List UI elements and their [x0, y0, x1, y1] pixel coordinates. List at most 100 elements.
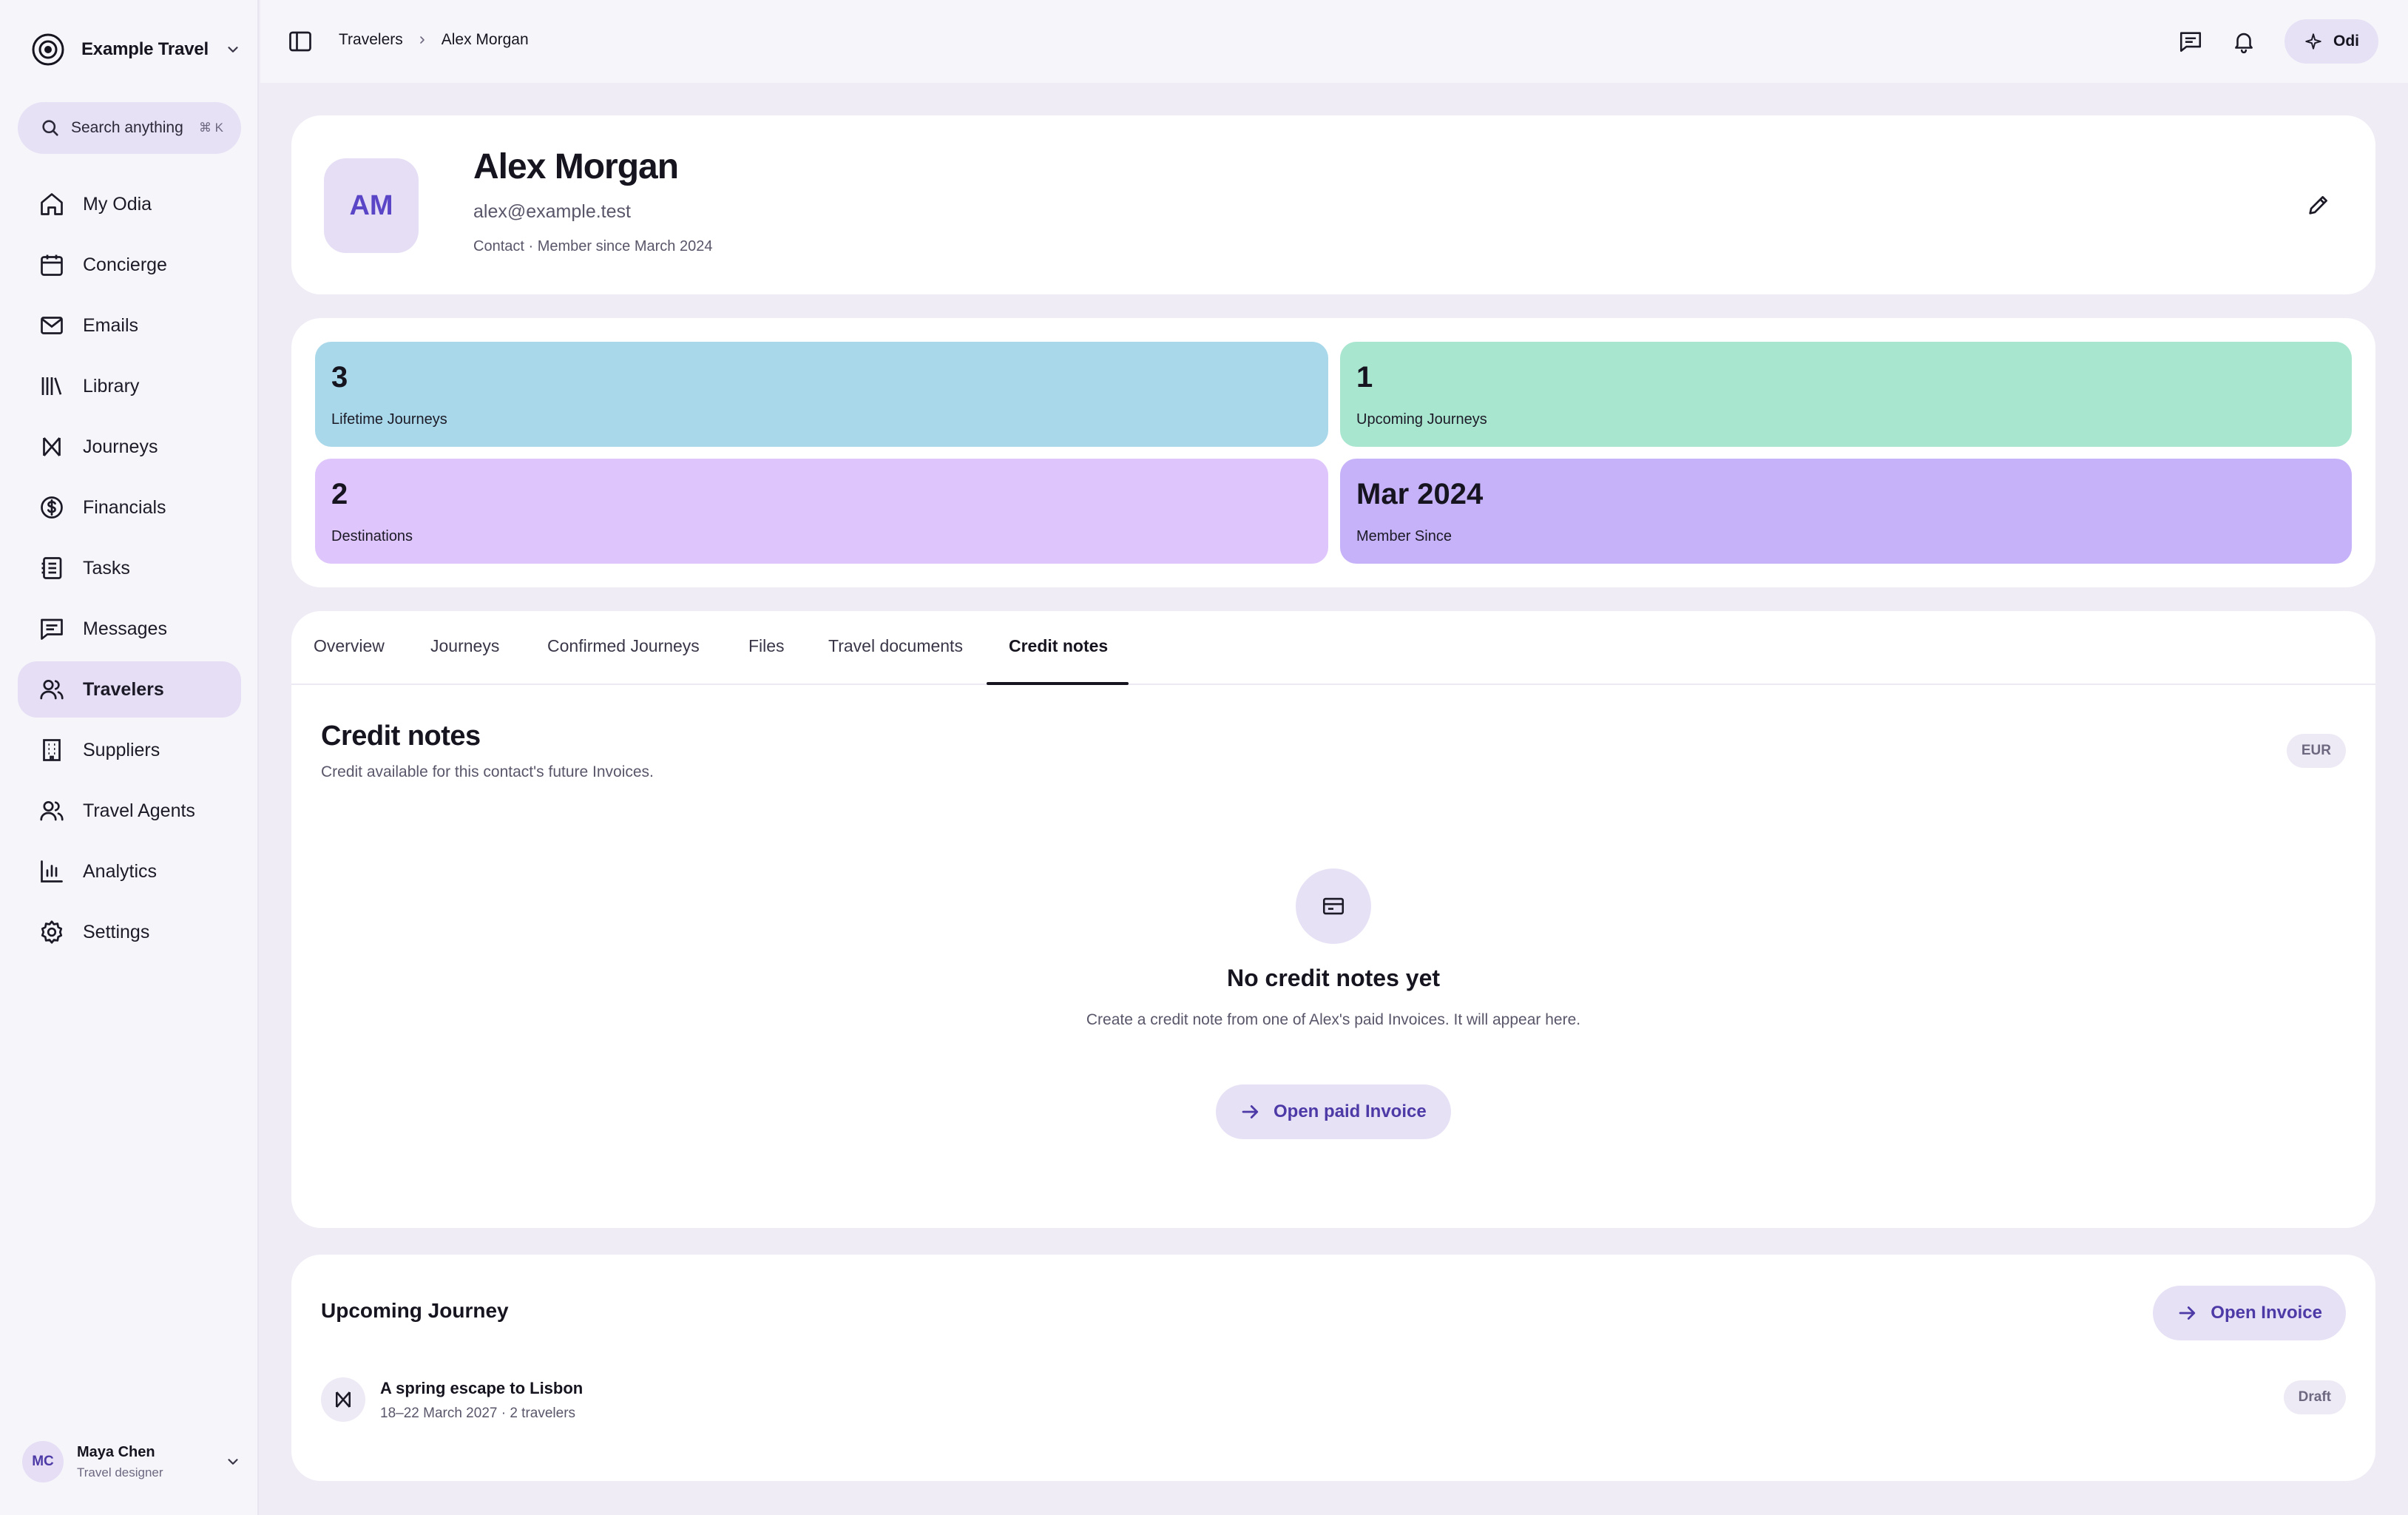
journeys-icon: [43, 437, 61, 456]
stat-member-since: Mar 2024 Member Since: [1340, 459, 2352, 564]
sidebar-item-label: Settings: [83, 921, 150, 942]
sidebar-item-label: My Odia: [83, 193, 152, 215]
stat-label: Destinations: [331, 528, 413, 544]
tab-bar: Overview Journeys Confirmed Journeys Fil…: [291, 611, 2375, 685]
stat-lifetime-journeys: 3 Lifetime Journeys: [315, 342, 1328, 447]
home-icon: [41, 193, 63, 215]
sidebar-item-label: Tasks: [83, 557, 130, 578]
sidebar-item-label: Emails: [83, 314, 139, 336]
search-placeholder: Search anything: [71, 119, 183, 136]
library-icon: [41, 377, 62, 395]
calendar-icon: [41, 254, 63, 276]
avatar: MC: [22, 1441, 64, 1482]
dollar-icon: [41, 496, 63, 519]
tab-travel-documents[interactable]: Travel documents: [828, 636, 963, 656]
tab-files[interactable]: Files: [748, 636, 785, 656]
sidebar-item-label: Messages: [83, 618, 167, 639]
breadcrumb-travelers[interactable]: Travelers: [339, 31, 403, 49]
sidebar-item-label: Travel Agents: [83, 800, 195, 821]
search-bar[interactable]: Search anything ⌘ K: [18, 102, 241, 154]
stat-value: Mar 2024: [1356, 478, 1484, 510]
sidebar-item-financials[interactable]: Financials: [18, 479, 241, 536]
bell-icon[interactable]: [2231, 29, 2256, 54]
chat-icon[interactable]: [2178, 29, 2203, 54]
empty-state-icon-wrap: [1296, 868, 1371, 944]
sidebar-item-label: Concierge: [83, 254, 167, 275]
open-invoice-button[interactable]: Open Invoice: [2153, 1286, 2346, 1340]
section-title: Credit notes: [321, 721, 481, 752]
sidebar-item-settings[interactable]: Settings: [18, 904, 241, 960]
profile-card: AM Alex Morgan alex@example.test Contact…: [291, 115, 2375, 294]
sidebar-item-emails[interactable]: Emails: [18, 297, 241, 354]
sidebar-nav: My Odia Concierge Emails Library Journey…: [18, 176, 241, 965]
sidebar-item-messages[interactable]: Messages: [18, 601, 241, 657]
mail-icon: [41, 317, 63, 334]
open-paid-invoice-button[interactable]: Open paid Invoice: [1216, 1084, 1451, 1139]
trip-icon-wrap: [321, 1377, 365, 1422]
target-logo-icon: [32, 33, 64, 66]
sidebar-item-travel-agents[interactable]: Travel Agents: [18, 783, 241, 839]
topbar: Travelers Alex Morgan Odi: [260, 0, 2408, 83]
assistant-button[interactable]: Odi: [2284, 19, 2378, 64]
sidebar-item-label: Suppliers: [83, 739, 160, 760]
user-menu[interactable]: MC Maya Chen Travel designer: [22, 1440, 241, 1484]
credit-notes-card: Overview Journeys Confirmed Journeys Fil…: [291, 611, 2375, 1228]
message-icon: [41, 618, 63, 640]
topbar-actions: Odi: [2178, 19, 2378, 64]
sidebar-item-label: Analytics: [83, 860, 158, 882]
building-icon: [43, 739, 61, 761]
tasks-icon: [41, 557, 62, 579]
edit-pencil-icon[interactable]: [2306, 192, 2331, 217]
chart-icon: [41, 860, 63, 883]
sidebar-item-my-odia[interactable]: My Odia: [18, 176, 241, 232]
user-name: Maya Chen: [77, 1443, 155, 1460]
profile-meta: Contact · Member since March 2024: [473, 238, 713, 254]
profile-avatar: AM: [324, 158, 419, 253]
trip-meta: 18–22 March 2027 · 2 travelers: [380, 1406, 576, 1421]
search-icon: [42, 120, 58, 136]
tab-overview[interactable]: Overview: [314, 636, 385, 656]
journeys-icon: [336, 1391, 351, 1408]
chevron-down-icon: [228, 1459, 238, 1465]
breadcrumb-current: Alex Morgan: [441, 31, 529, 48]
upcoming-title: Upcoming Journey: [321, 1299, 509, 1322]
sidebar-item-travelers[interactable]: Travelers: [18, 661, 241, 718]
stat-label: Upcoming Journeys: [1356, 411, 1487, 428]
sidebar-toggle-icon[interactable]: [287, 28, 314, 55]
main-content: AM Alex Morgan alex@example.test Contact…: [260, 83, 2408, 1515]
button-label: Open Invoice: [2211, 1303, 2322, 1323]
sidebar-item-suppliers[interactable]: Suppliers: [18, 722, 241, 778]
tab-confirmed-journeys[interactable]: Confirmed Journeys: [547, 636, 700, 656]
stats-card: 3 Lifetime Journeys 1 Upcoming Journeys …: [291, 318, 2375, 587]
stat-value: 1: [1356, 361, 1373, 394]
search-shortcut: ⌘ K: [198, 121, 223, 135]
sparkle-icon: [2305, 33, 2321, 50]
sidebar-item-label: Journeys: [83, 436, 158, 457]
upcoming-journey-card: Upcoming Journey Open Invoice A spring e…: [291, 1255, 2375, 1481]
org-name: Example Travel: [81, 39, 209, 59]
sidebar-item-label: Library: [83, 375, 140, 397]
gear-icon: [41, 920, 63, 944]
sidebar-item-journeys[interactable]: Journeys: [18, 419, 241, 475]
sidebar-item-concierge[interactable]: Concierge: [18, 237, 241, 293]
tab-journeys[interactable]: Journeys: [430, 636, 499, 656]
chevron-right-icon: [419, 36, 425, 44]
trip-name[interactable]: A spring escape to Lisbon: [380, 1379, 583, 1398]
arrow-right-icon: [1242, 1105, 1259, 1118]
profile-email: alex@example.test: [473, 201, 631, 222]
agents-icon: [40, 800, 64, 821]
stat-upcoming-journeys: 1 Upcoming Journeys: [1340, 342, 2352, 447]
sidebar-item-label: Financials: [83, 496, 166, 518]
sidebar-item-analytics[interactable]: Analytics: [18, 843, 241, 900]
empty-state-description: Create a credit note from one of Alex's …: [1086, 1011, 1581, 1028]
chevron-down-icon: [228, 47, 238, 53]
profile-name: Alex Morgan: [473, 147, 679, 186]
sidebar-item-tasks[interactable]: Tasks: [18, 540, 241, 596]
app-window: Example Travel Search anything ⌘ K My Od…: [0, 0, 2408, 1515]
section-subtitle: Credit available for this contact's futu…: [321, 763, 654, 780]
breadcrumb: Travelers Alex Morgan: [339, 31, 529, 49]
sidebar-item-library[interactable]: Library: [18, 358, 241, 414]
org-switcher[interactable]: Example Travel: [31, 31, 241, 68]
tab-credit-notes[interactable]: Credit notes: [1009, 636, 1108, 656]
user-info: Maya Chen Travel designer: [77, 1444, 225, 1480]
